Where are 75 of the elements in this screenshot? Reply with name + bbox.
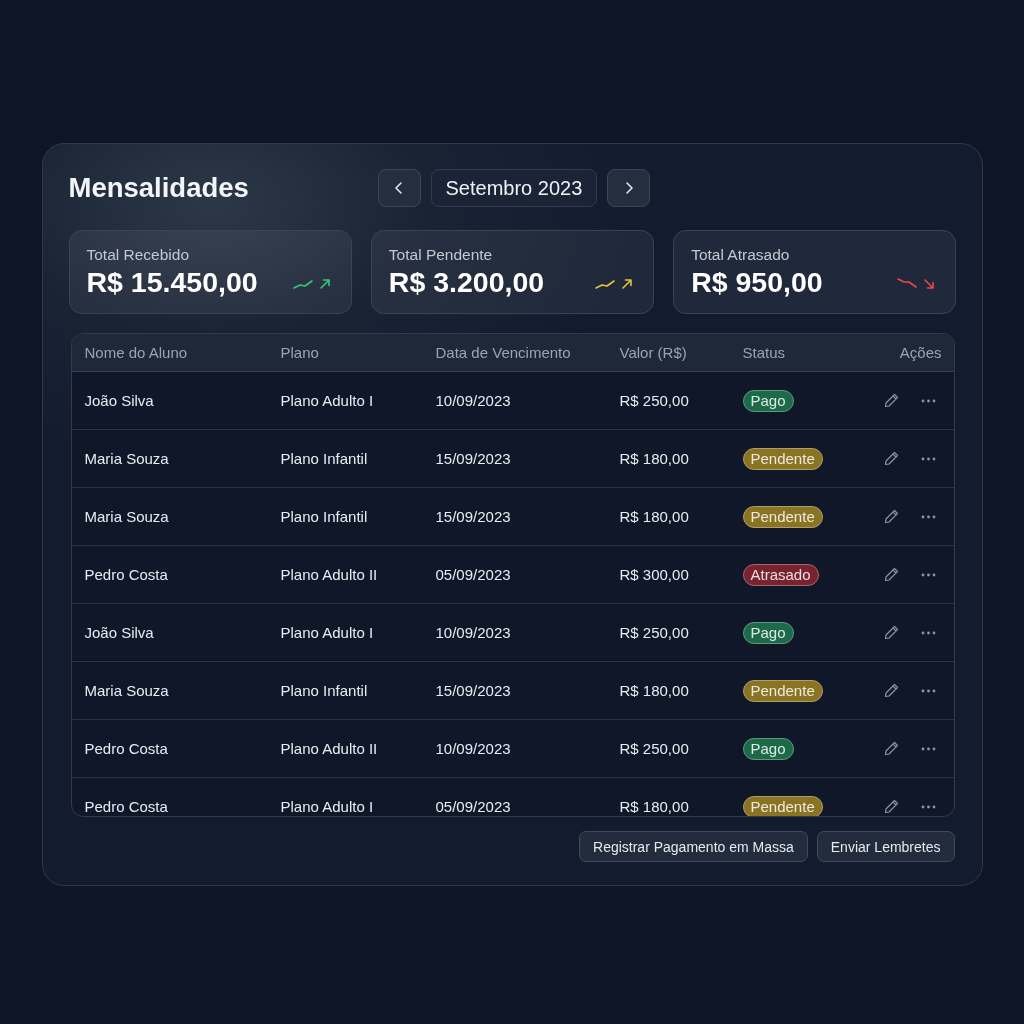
column-header: Plano bbox=[280, 344, 320, 361]
due-date-cell-text: 15/09/2023 bbox=[435, 508, 512, 525]
student-name-cell-text: Pedro Costa bbox=[84, 740, 169, 757]
stat-value: R$ 3.200,00 bbox=[388, 266, 545, 299]
next-month-button[interactable] bbox=[607, 169, 651, 207]
status-badge: Pago bbox=[742, 389, 794, 412]
status-badge: Pago bbox=[742, 737, 794, 760]
pencil-icon[interactable] bbox=[883, 567, 899, 582]
amount-cell-text: R$ 180,00 bbox=[619, 508, 690, 525]
stat-value: R$ 15.450,00 bbox=[86, 266, 258, 299]
student-name-cell-text: Pedro Costa bbox=[84, 798, 169, 815]
pencil-icon[interactable] bbox=[883, 625, 899, 640]
stat-label: Total Pendente bbox=[388, 246, 494, 264]
amount-cell-text: R$ 250,00 bbox=[619, 740, 690, 757]
pencil-icon[interactable] bbox=[883, 683, 899, 698]
stat-label: Total Recebido bbox=[86, 246, 191, 264]
amount-cell-text: R$ 180,00 bbox=[619, 798, 690, 815]
plan-cell-text: Plano Adulto I bbox=[280, 392, 375, 409]
stat-value: R$ 950,00 bbox=[691, 266, 823, 299]
due-date-cell-text: 10/09/2023 bbox=[435, 624, 512, 641]
more-icon[interactable] bbox=[920, 746, 936, 751]
chevron-left-icon bbox=[393, 182, 405, 194]
student-name-cell-text: Maria Souza bbox=[84, 450, 170, 467]
student-name-cell-text: Pedro Costa bbox=[84, 566, 169, 583]
stat-label: Total Atrasado bbox=[691, 246, 791, 264]
column-header: Ações bbox=[899, 344, 942, 361]
more-icon[interactable] bbox=[920, 398, 936, 403]
student-name-cell-text: Maria Souza bbox=[84, 508, 170, 525]
more-icon[interactable] bbox=[920, 456, 936, 461]
due-date-cell-text: 15/09/2023 bbox=[435, 450, 512, 467]
action-button[interactable]: Registrar Pagamento em Massa bbox=[579, 831, 808, 862]
more-icon[interactable] bbox=[920, 630, 936, 635]
status-badge: Pendente bbox=[742, 795, 823, 816]
month-display: Setembro 2023 bbox=[430, 169, 598, 207]
pencil-icon[interactable] bbox=[883, 799, 899, 814]
pencil-icon[interactable] bbox=[883, 741, 899, 756]
column-header: Valor (R$) bbox=[619, 344, 688, 361]
plan-cell-text: Plano Infantil bbox=[280, 682, 369, 699]
amount-cell-text: R$ 250,00 bbox=[619, 392, 690, 409]
column-header: Nome do Aluno bbox=[84, 344, 189, 361]
plan-cell-text: Plano Adulto I bbox=[280, 624, 375, 641]
amount-cell-text: R$ 180,00 bbox=[619, 450, 690, 467]
pencil-icon[interactable] bbox=[883, 393, 899, 408]
plan-cell-text: Plano Adulto II bbox=[280, 740, 379, 757]
page-title: Mensalidades bbox=[68, 172, 250, 204]
status-badge: Pendente bbox=[742, 447, 823, 470]
plan-cell-text: Plano Adulto II bbox=[280, 566, 379, 583]
status-badge: Pendente bbox=[742, 679, 823, 702]
plan-cell-text: Plano Infantil bbox=[280, 508, 369, 525]
action-button[interactable]: Enviar Lembretes bbox=[816, 831, 955, 862]
amount-cell-text: R$ 180,00 bbox=[619, 682, 690, 699]
plan-cell-text: Plano Adulto I bbox=[280, 798, 375, 815]
status-badge: Pago bbox=[742, 621, 794, 644]
pencil-icon[interactable] bbox=[883, 509, 899, 524]
status-badge: Pendente bbox=[742, 505, 823, 528]
amount-cell-text: R$ 250,00 bbox=[619, 624, 690, 641]
due-date-cell-text: 10/09/2023 bbox=[435, 392, 512, 409]
student-name-cell-text: João Silva bbox=[84, 392, 155, 409]
plan-cell-text: Plano Infantil bbox=[280, 450, 369, 467]
due-date-cell-text: 15/09/2023 bbox=[435, 682, 512, 699]
due-date-cell-text: 10/09/2023 bbox=[435, 740, 512, 757]
column-header: Data de Vencimento bbox=[435, 344, 572, 361]
previous-month-button[interactable] bbox=[377, 169, 421, 207]
more-icon[interactable] bbox=[920, 688, 936, 693]
amount-cell-text: R$ 300,00 bbox=[619, 566, 690, 583]
status-badge: Atrasado bbox=[742, 563, 819, 586]
due-date-cell-text: 05/09/2023 bbox=[435, 798, 512, 815]
student-name-cell-text: João Silva bbox=[84, 624, 155, 641]
column-header: Status bbox=[742, 344, 787, 361]
more-icon[interactable] bbox=[920, 572, 936, 577]
due-date-cell-text: 05/09/2023 bbox=[435, 566, 512, 583]
more-icon[interactable] bbox=[920, 514, 936, 519]
student-name-cell-text: Maria Souza bbox=[84, 682, 170, 699]
pencil-icon[interactable] bbox=[883, 451, 899, 466]
more-icon[interactable] bbox=[920, 804, 936, 809]
